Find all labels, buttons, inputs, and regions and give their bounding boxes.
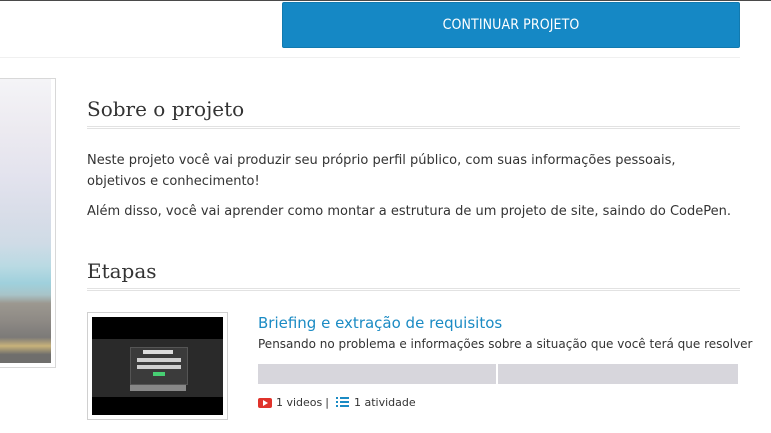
codepen-logo-shape bbox=[143, 350, 173, 354]
video-preview bbox=[92, 317, 223, 415]
video-letterbox-top bbox=[92, 317, 223, 339]
video-button-shape bbox=[153, 372, 165, 376]
steps-section-divider bbox=[87, 288, 740, 291]
activities-count: 1 atividade bbox=[354, 396, 416, 409]
steps-section-title: Etapas bbox=[87, 259, 157, 283]
meta-separator: | bbox=[325, 396, 329, 409]
videos-count: 1 videos bbox=[276, 396, 323, 409]
video-field-shape bbox=[137, 358, 181, 362]
video-icon bbox=[258, 397, 272, 408]
continue-project-button[interactable]: CONTINUAR PROJETO bbox=[282, 2, 740, 48]
project-cover-card bbox=[0, 78, 56, 368]
about-paragraph-2: Além disso, você vai aprender como monta… bbox=[87, 204, 731, 219]
project-cover-image bbox=[0, 79, 51, 363]
step-video-thumbnail[interactable] bbox=[87, 312, 228, 420]
step-description: Pensando no problema e informações sobre… bbox=[258, 337, 753, 351]
step-meta: 1 videos | 1 atividade bbox=[258, 396, 416, 409]
list-icon bbox=[336, 397, 349, 408]
about-section-divider bbox=[87, 126, 740, 129]
about-section-title: Sobre o projeto bbox=[87, 97, 245, 121]
step-progress-bar bbox=[258, 364, 738, 384]
step-title-link[interactable]: Briefing e extração de requisitos bbox=[258, 314, 502, 332]
about-paragraph-1: Neste projeto você vai produzir seu próp… bbox=[87, 153, 676, 189]
progress-segment-divider bbox=[496, 364, 498, 384]
video-field-shape bbox=[137, 365, 181, 369]
video-frame bbox=[92, 339, 223, 397]
header-divider bbox=[0, 57, 740, 58]
video-caption-shape bbox=[130, 385, 186, 391]
video-dialog-shape bbox=[130, 347, 188, 385]
top-border bbox=[0, 0, 771, 1]
